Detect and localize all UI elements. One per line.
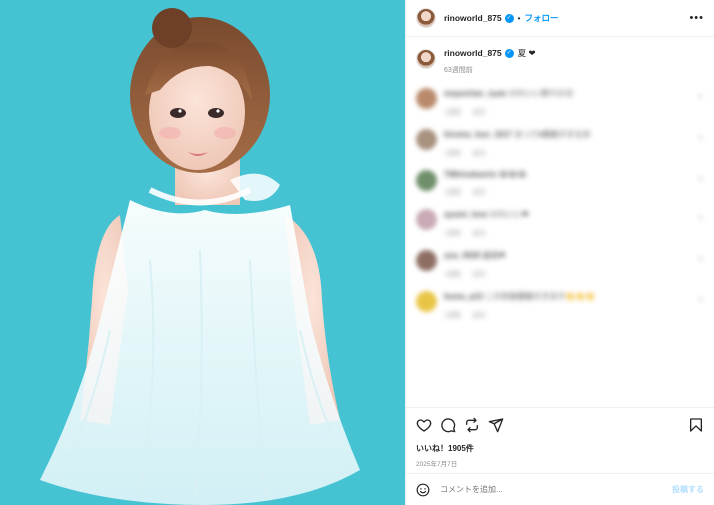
comment-avatar[interactable]	[416, 170, 437, 191]
comment-text: かわいい	[489, 210, 522, 219]
comment-avatar[interactable]	[416, 209, 437, 230]
comment-time: 1週間	[444, 271, 461, 278]
comment-item: kuma_p13 この衣装素敵すぎます👏👏👏 1週間 返信 ♡	[416, 291, 704, 319]
comment-emoji: ❤	[521, 210, 529, 219]
comment-username[interactable]: mayuchan_nyan	[444, 89, 507, 98]
comment-avatar[interactable]	[416, 291, 437, 312]
comment-time: 1週間	[444, 150, 461, 157]
post-photo[interactable]	[0, 0, 405, 505]
comment-emoji: 👏👏👏	[565, 292, 596, 301]
caption: rinoworld_875 ✓ 夏 ❤ 63週間前	[416, 47, 704, 75]
comment-item: 708rinokaorin 😂😂😂 1週間 返信 ♡	[416, 170, 704, 196]
comment-username[interactable]: 708rinokaorin	[444, 170, 496, 179]
more-icon[interactable]: •••	[689, 13, 704, 24]
comment-like-icon[interactable]: ♡	[697, 93, 704, 102]
comment-username[interactable]: kuma_p13	[444, 292, 483, 301]
header-username[interactable]: rinoworld_875	[444, 13, 502, 23]
save-icon[interactable]	[688, 417, 704, 433]
comment-time: 1週間	[444, 312, 461, 319]
comment-icon[interactable]	[440, 417, 456, 433]
post-comment-button[interactable]: 投稿する	[672, 484, 704, 495]
repost-icon[interactable]	[464, 417, 480, 433]
comment-item: mayuchan_nyan かわいい爽やか😊 1週間 返信 ♡	[416, 88, 704, 116]
post-side-panel: rinoworld_875 ✓ • フォロー ••• rinoworld_875…	[405, 0, 714, 505]
comment-reply-button[interactable]: 返信	[473, 189, 486, 196]
separator-dot: •	[517, 13, 521, 23]
post-header: rinoworld_875 ✓ • フォロー •••	[406, 0, 714, 37]
avatar[interactable]	[416, 8, 436, 28]
comment-like-icon[interactable]: ♡	[697, 175, 704, 184]
comment-time: 1週間	[444, 230, 461, 237]
comment-item: hiromu_kun_1017 まって♥素敵すぎる😍 1週間 返信 ♡	[416, 129, 704, 157]
comment-username[interactable]: hiromu_kun_1017	[444, 130, 512, 139]
share-icon[interactable]	[488, 417, 504, 433]
photo-illustration	[40, 8, 360, 505]
comment-username[interactable]: ayumi_love	[444, 210, 488, 219]
comment-time: 1週間	[444, 109, 461, 116]
comment-avatar[interactable]	[416, 129, 437, 150]
comment-reply-button[interactable]: 返信	[473, 271, 486, 278]
comment-username[interactable]: yuu_0520	[444, 251, 480, 260]
add-comment-input[interactable]	[440, 485, 672, 494]
comment-reply-button[interactable]: 返信	[473, 312, 486, 319]
comment-text: 最高	[482, 251, 499, 260]
like-icon[interactable]	[416, 417, 432, 433]
comments-list[interactable]: rinoworld_875 ✓ 夏 ❤ 63週間前 mayuchan_nyan …	[406, 37, 714, 407]
comment-emoji: 😍	[582, 130, 591, 139]
likes-count[interactable]: いいね！1905件	[416, 443, 704, 454]
comment-emoji: ❤	[498, 251, 506, 260]
add-comment-bar: 投稿する	[406, 473, 714, 505]
comment-like-icon[interactable]: ♡	[697, 255, 704, 264]
comment-like-icon[interactable]: ♡	[697, 214, 704, 223]
comment-text: まって♥素敵すぎる	[514, 130, 583, 139]
comment-like-icon[interactable]: ♡	[697, 134, 704, 143]
comment-text: この衣装素敵すぎます	[485, 292, 566, 301]
caption-avatar[interactable]	[416, 49, 436, 69]
post-date: 2025年7月7日	[416, 461, 458, 468]
comment-reply-button[interactable]: 返信	[473, 150, 486, 157]
comment-avatar[interactable]	[416, 88, 437, 109]
verified-icon: ✓	[504, 13, 514, 23]
caption-text: 夏 ❤	[517, 48, 536, 58]
verified-icon: ✓	[504, 48, 514, 58]
post-dialog: rinoworld_875 ✓ • フォロー ••• rinoworld_875…	[0, 0, 714, 505]
comment-reply-button[interactable]: 返信	[473, 109, 486, 116]
comment-avatar[interactable]	[416, 250, 437, 271]
caption-time: 63週間前	[444, 67, 473, 74]
comment-reply-button[interactable]: 返信	[473, 230, 486, 237]
comment-emoji: 😊	[564, 89, 574, 98]
actions-bar: いいね！1905件 2025年7月7日	[406, 407, 714, 473]
comment-like-icon[interactable]: ♡	[697, 296, 704, 305]
caption-username[interactable]: rinoworld_875	[444, 48, 502, 58]
comment-text: かわいい爽やか	[508, 89, 565, 98]
comment-time: 1週間	[444, 189, 461, 196]
comment-text: 😂😂😂	[498, 170, 527, 179]
follow-button[interactable]: フォロー	[524, 12, 558, 24]
comment-item: ayumi_love かわいい❤ 1週間 返信 ♡	[416, 209, 704, 237]
comment-item: yuu_0520 最高❤ 1週間 返信 ♡	[416, 250, 704, 278]
emoji-icon[interactable]	[416, 483, 430, 497]
